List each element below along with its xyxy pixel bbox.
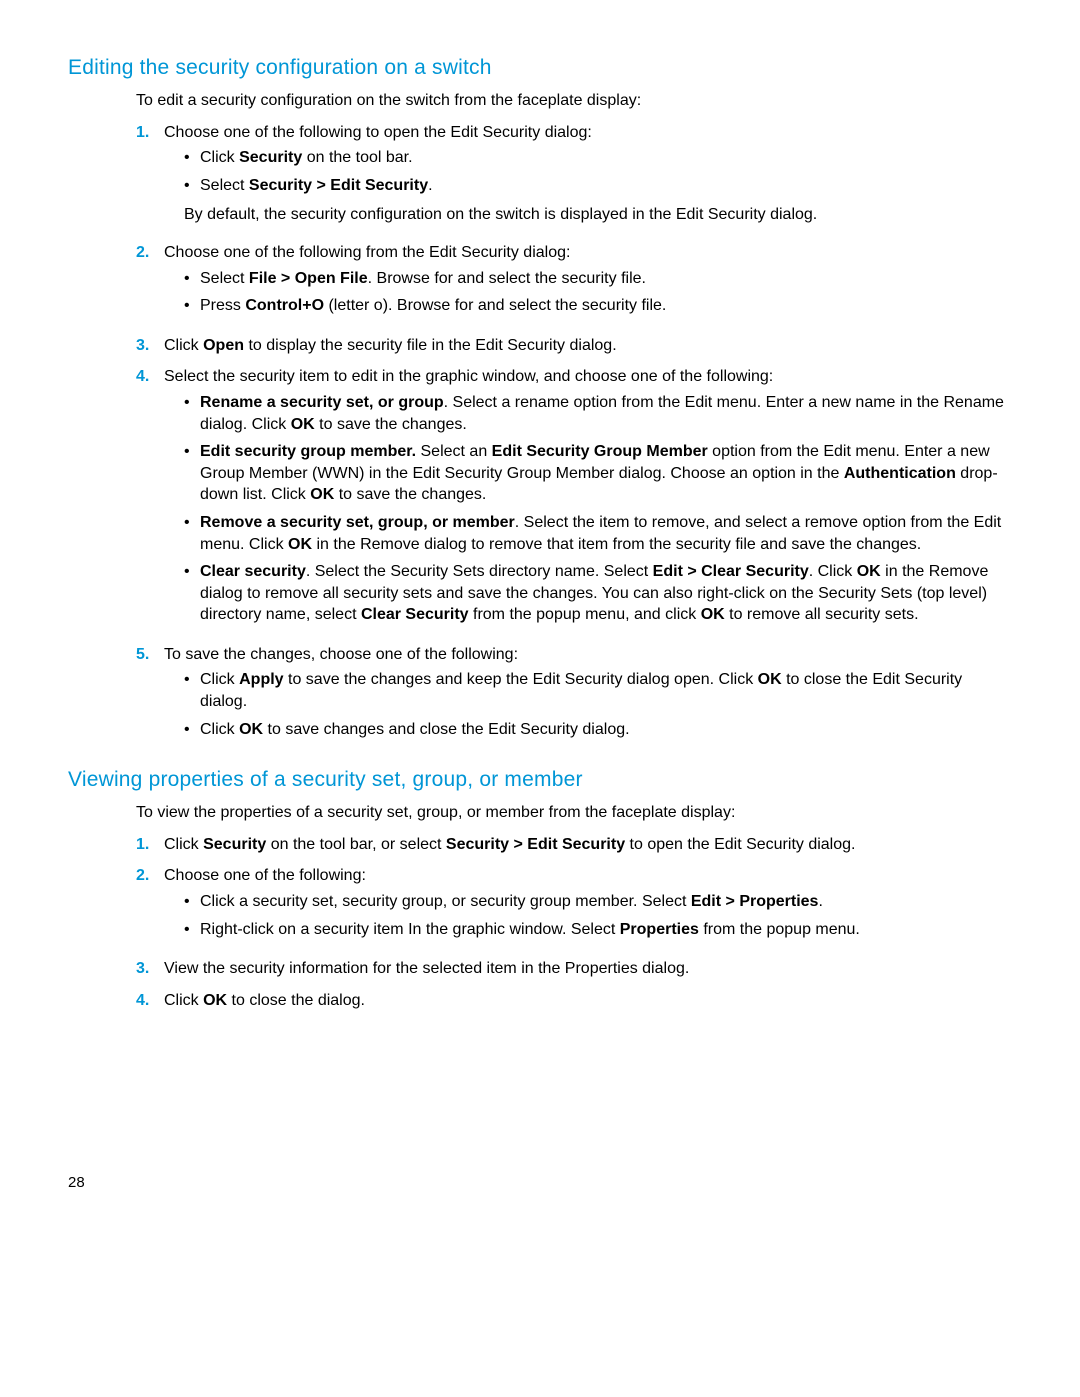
step-number: 2. (136, 242, 149, 264)
step-5: 5. To save the changes, choose one of th… (136, 644, 1012, 754)
bullet-item: Right-click on a security item In the gr… (184, 919, 1012, 945)
bullet-item: Remove a security set, group, or member.… (184, 512, 1012, 559)
bullet-list: Click a security set, security group, or… (184, 891, 1012, 944)
bullet-item: Click OK to save changes and close the E… (184, 719, 1012, 745)
bullet-item: Edit security group member. Select an Ed… (184, 441, 1012, 510)
bullet-item: Select File > Open File. Browse for and … (184, 268, 1012, 294)
bullet-list: Rename a security set, or group. Select … (184, 392, 1012, 630)
step-4: 4. Select the security item to edit in t… (136, 366, 1012, 640)
step-note: By default, the security configuration o… (184, 204, 1012, 226)
step-number: 1. (136, 122, 149, 144)
steps-list: 1. Choose one of the following to open t… (136, 122, 1012, 755)
bullet-list: Click Security on the tool bar. Select S… (184, 147, 1012, 200)
step-2: 2. Choose one of the following: Click a … (136, 865, 1012, 954)
step-text: Choose one of the following to open the … (164, 124, 592, 141)
step-number: 5. (136, 644, 149, 666)
step-text: Select the security item to edit in the … (164, 368, 773, 385)
section-body-editing: To edit a security configuration on the … (136, 90, 1012, 754)
bullet-item: Clear security. Select the Security Sets… (184, 561, 1012, 630)
step-number: 3. (136, 335, 149, 357)
bullet-list: Click Apply to save the changes and keep… (184, 669, 1012, 744)
step-3: 3. Click Open to display the security fi… (136, 335, 1012, 363)
intro-text: To view the properties of a security set… (136, 802, 1012, 824)
bullet-item: Click a security set, security group, or… (184, 891, 1012, 917)
bullet-list: Select File > Open File. Browse for and … (184, 268, 1012, 321)
step-number: 2. (136, 865, 149, 887)
step-4: 4. Click OK to close the dialog. (136, 990, 1012, 1018)
step-number: 4. (136, 366, 149, 388)
section-heading-viewing: Viewing properties of a security set, gr… (68, 768, 1012, 792)
page-number: 28 (68, 1174, 85, 1191)
steps-list: 1. Click Security on the tool bar, or se… (136, 834, 1012, 1018)
intro-text: To edit a security configuration on the … (136, 90, 1012, 112)
step-text: To save the changes, choose one of the f… (164, 646, 518, 663)
step-number: 1. (136, 834, 149, 856)
step-1: 1. Click Security on the tool bar, or se… (136, 834, 1012, 862)
step-text: Choose one of the following from the Edi… (164, 244, 570, 261)
bullet-item: Select Security > Edit Security. (184, 175, 1012, 201)
step-2: 2. Choose one of the following from the … (136, 242, 1012, 331)
bullet-item: Press Control+O (letter o). Browse for a… (184, 295, 1012, 321)
step-number: 3. (136, 958, 149, 980)
section-body-viewing: To view the properties of a security set… (136, 802, 1012, 1017)
bullet-item: Rename a security set, or group. Select … (184, 392, 1012, 439)
step-number: 4. (136, 990, 149, 1012)
page-content: Editing the security configuration on a … (0, 0, 1080, 1017)
bullet-item: Click Security on the tool bar. (184, 147, 1012, 173)
section-heading-editing: Editing the security configuration on a … (68, 56, 1012, 80)
step-text: Choose one of the following: (164, 867, 366, 884)
bullet-item: Click Apply to save the changes and keep… (184, 669, 1012, 716)
step-1: 1. Choose one of the following to open t… (136, 122, 1012, 238)
step-3: 3. View the security information for the… (136, 958, 1012, 986)
